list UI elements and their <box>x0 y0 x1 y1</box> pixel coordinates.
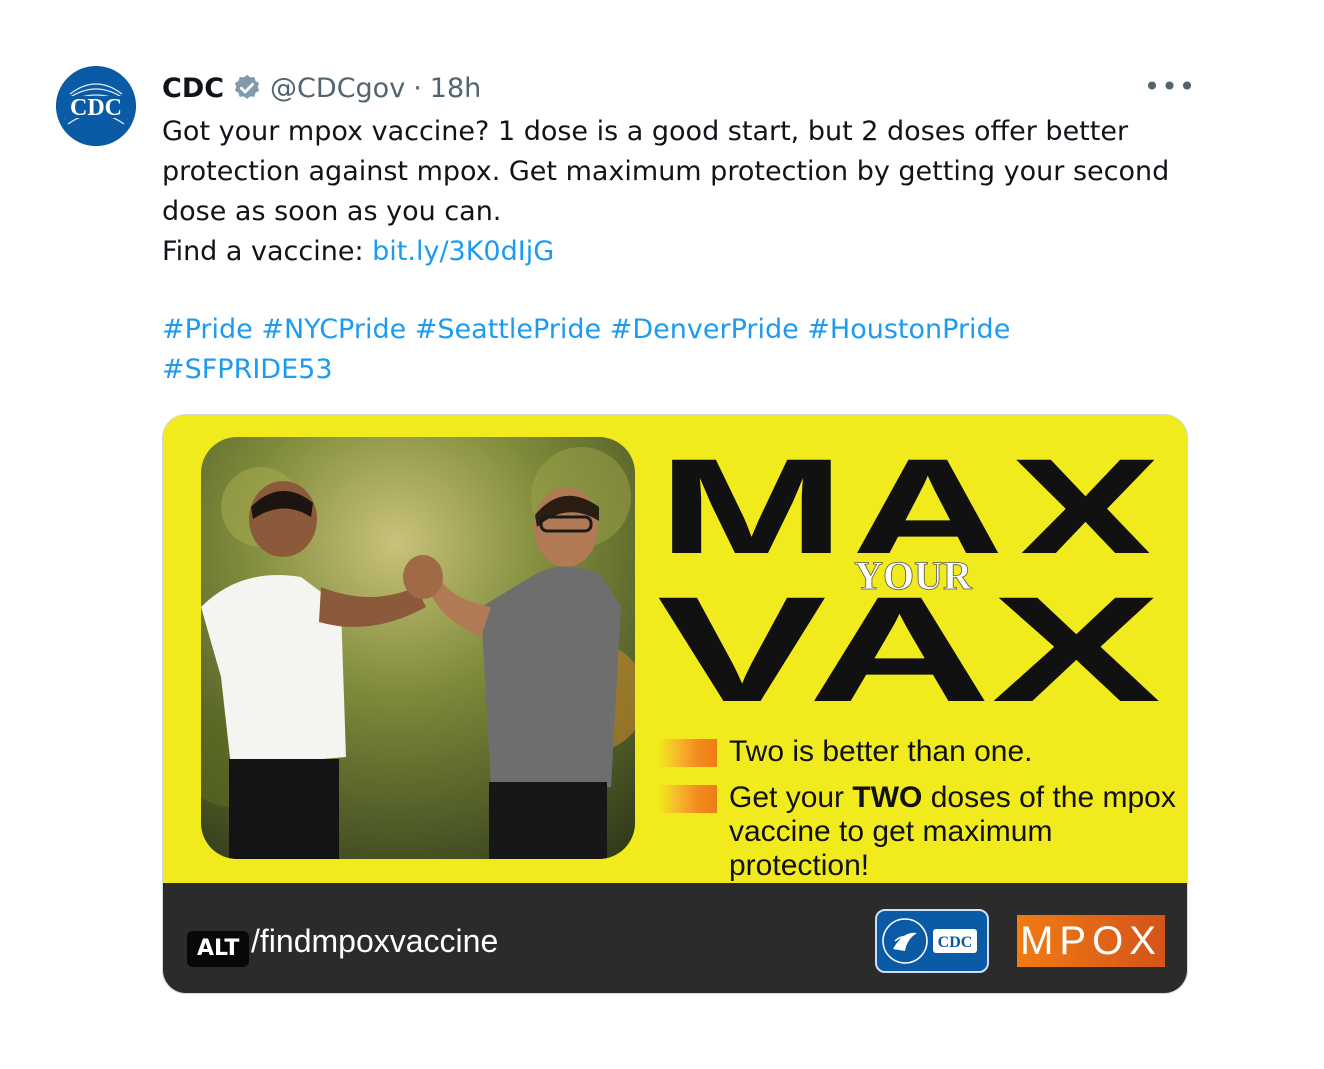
alt-text-button[interactable]: ALT <box>187 931 250 967</box>
media-image[interactable]: MAX VAX YOUR Two is better than one. Get… <box>162 414 1188 994</box>
find-vaccine-line: Find a vaccine: bit.ly/3K0dIjG <box>162 232 1202 272</box>
bullet-text-part: doses of the mpox <box>922 781 1176 814</box>
bullet-text-part: Get your <box>729 781 853 814</box>
display-name[interactable]: CDC <box>162 73 224 104</box>
verified-badge-icon <box>234 74 260 99</box>
bullet-text: Get your TWO doses of the mpox vaccine to… <box>729 781 1179 883</box>
hashtags: #Pride #NYCPride #SeattlePride #DenverPr… <box>162 310 1010 390</box>
footer-url: /findmpoxvaccine <box>251 923 499 959</box>
more-options-button[interactable]: ••• <box>1144 70 1196 103</box>
bullet-item: Get your TWO doses of the mpox vaccine to… <box>659 781 1179 883</box>
hhs-cdc-text: CDC <box>938 934 973 951</box>
headline-graphic: MAX VAX YOUR <box>649 435 1169 733</box>
photo-illustration <box>201 437 635 859</box>
avatar[interactable]: CDC <box>56 66 136 146</box>
timestamp[interactable]: 18h <box>430 73 481 104</box>
separator-dot: · <box>413 72 422 104</box>
tweet-text-line: protection against mpox. Get maximum pro… <box>162 156 1170 187</box>
bullet-text-line2: vaccine to get maximum protection! <box>729 815 1053 882</box>
handle[interactable]: @CDCgov <box>270 73 405 104</box>
photo-two-men-high-five <box>201 437 635 859</box>
vaccine-link[interactable]: bit.ly/3K0dIjG <box>372 236 554 267</box>
media-footer: /findmpoxvaccine ALT CDC MPOX <box>163 883 1187 993</box>
hhs-eagle-icon: CDC <box>882 918 977 964</box>
tweet-card[interactable]: CDC CDC @CDCgov · 18h ••• Got your mpox … <box>0 0 1324 1069</box>
bullet-item: Two is better than one. <box>659 735 1179 769</box>
message-bullets: Two is better than one. Get your TWO dos… <box>659 735 1179 883</box>
mpox-logo-text: MPOX <box>1020 919 1162 963</box>
cdc-logo-icon: CDC <box>56 66 136 146</box>
max-your-vax-headline: MAX VAX YOUR <box>649 435 1169 735</box>
mpox-logo: MPOX <box>1017 915 1165 967</box>
tweet-text-line: dose as soon as you can. <box>162 196 502 227</box>
tweet-text-line: Got your mpox vaccine? 1 dose is a good … <box>162 116 1129 147</box>
hhs-cdc-logo: CDC <box>875 909 989 973</box>
find-vaccine-label: Find a vaccine: <box>162 236 373 267</box>
bullet-text-bold: TWO <box>852 781 923 814</box>
tweet-text: Got your mpox vaccine? 1 dose is a good … <box>162 112 1202 272</box>
hashtag-line[interactable]: #Pride #NYCPride #SeattlePride #DenverPr… <box>162 310 1010 350</box>
orange-bar-icon <box>659 785 717 813</box>
hashtag-line[interactable]: #SFPRIDE53 <box>162 350 1010 390</box>
orange-bar-icon <box>659 739 717 767</box>
tweet-header: CDC @CDCgov · 18h <box>162 68 481 108</box>
bullet-text: Two is better than one. <box>729 735 1033 768</box>
avatar-text: CDC <box>70 95 122 121</box>
headline-your: YOUR <box>854 553 973 598</box>
